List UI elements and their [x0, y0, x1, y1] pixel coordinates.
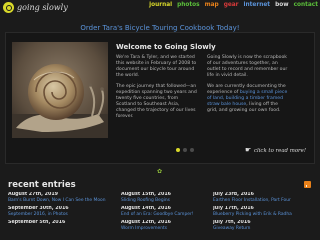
entry-link[interactable]: Worm Improvements: [121, 226, 207, 232]
nav-item-map[interactable]: map: [205, 2, 219, 8]
entry-item: August 27th, 2019 Barn's Burnt Down, Now…: [8, 192, 115, 206]
nav-item-journal[interactable]: journal: [149, 2, 172, 8]
hero-about-paragraph: We are currently documenting the experie…: [207, 84, 289, 114]
read-more-link[interactable]: ☛ click to read more!: [245, 147, 306, 154]
hero-about-column: Going Slowly is now the scrapbook of our…: [207, 55, 289, 119]
top-navigation-bar: going slowly journal photos map gear int…: [0, 0, 320, 14]
nav-item-internet[interactable]: internet: [244, 2, 271, 8]
slide-pager: [176, 148, 194, 152]
site-name: going slowly: [17, 2, 68, 12]
nav-item-photos[interactable]: photos: [177, 2, 199, 8]
hand-arrow-icon: ☛: [244, 146, 252, 154]
slide-dot[interactable]: [183, 148, 187, 152]
read-more-label: click to read more!: [253, 147, 306, 154]
cookbook-link[interactable]: Order Tara's Bicycle Touring Cookbook To…: [80, 24, 239, 32]
entry-date: September 5th, 2016: [8, 220, 66, 225]
entry-item: July 23rd, 2016 Earthen Floor Installati…: [213, 192, 313, 206]
nav-item-bow[interactable]: bow: [275, 2, 289, 8]
entry-link[interactable]: Sliding Roofing Begins: [121, 198, 207, 204]
hero-title: Welcome to Going Slowly: [116, 43, 216, 51]
rss-icon[interactable]: [304, 181, 311, 188]
slide-dot[interactable]: [190, 148, 194, 152]
hero-panel: Welcome to Going Slowly We're Tara & Tyl…: [5, 32, 315, 164]
site-logo[interactable]: going slowly: [3, 1, 68, 13]
recent-entries-heading: recent entries: [8, 180, 76, 190]
entry-link[interactable]: Barn's Burnt Down, Now I Can See the Moo…: [8, 198, 115, 204]
cookbook-banner: Order Tara's Bicycle Touring Cookbook To…: [0, 15, 320, 32]
hero-about-paragraph: Going Slowly is now the scrapbook of our…: [207, 55, 288, 78]
recent-entries-grid: August 27th, 2019 Barn's Burnt Down, Now…: [8, 192, 312, 234]
flower-divider-icon: ✿: [157, 168, 163, 175]
main-nav: journal photos map gear internet bow con…: [149, 2, 318, 8]
entry-item: August 12th, 2016 Worm Improvements: [121, 220, 207, 234]
entry-link[interactable]: Earthen Floor Installation, Part Four: [213, 198, 313, 204]
entry-link[interactable]: Giveaway Return: [213, 226, 313, 232]
entry-item: July 17th, 2016 Blueberry Picking with E…: [213, 206, 313, 220]
entry-link[interactable]: September 2016, in Photos: [8, 212, 115, 218]
slide-dot[interactable]: [176, 148, 180, 152]
entry-item: July 7th, 2016 Giveaway Return: [213, 220, 313, 234]
nav-item-contact[interactable]: contact: [294, 2, 318, 8]
entry-item: August 14th, 2016 End of an Era: Goodbye…: [121, 206, 207, 220]
spiral-logo-icon: [3, 1, 14, 13]
hero-intro-paragraph: The epic journey that followed—an expedi…: [116, 84, 197, 119]
entry-item: August 15th, 2016 Sliding Roofing Begins: [121, 192, 207, 206]
entry-link[interactable]: End of an Era: Goodbye Camper!: [121, 212, 207, 218]
entry-link[interactable]: Blueberry Picking with Erik & Radha: [213, 212, 313, 218]
nav-item-gear[interactable]: gear: [224, 2, 239, 8]
entry-item: September 30th, 2016 September 2016, in …: [8, 206, 115, 220]
hero-intro-column: We're Tara & Tyler, and we started this …: [116, 55, 198, 125]
snail-photo: [12, 42, 108, 138]
hero-intro-paragraph: We're Tara & Tyler, and we started this …: [116, 55, 197, 78]
entry-item: September 5th, 2016: [8, 220, 115, 234]
